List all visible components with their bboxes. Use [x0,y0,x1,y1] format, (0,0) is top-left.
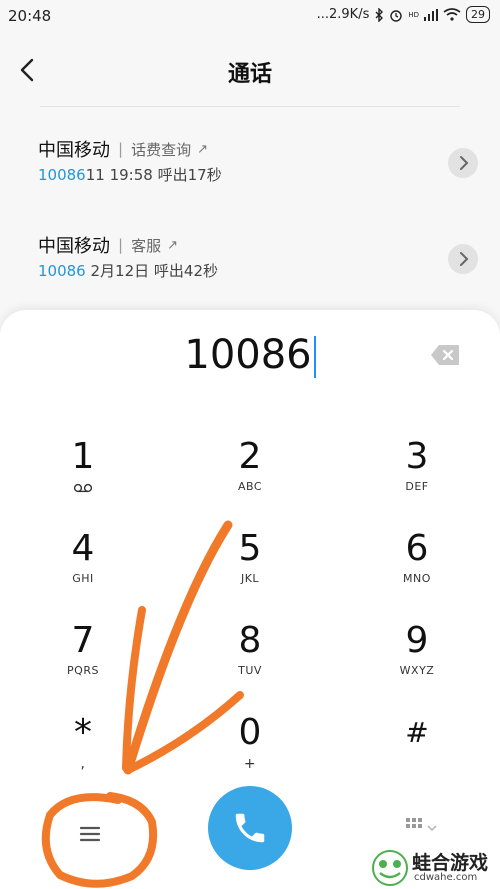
number-tag: 话费查询 [131,140,192,159]
dialpad-sheet: 10086 1 2 ABC 3 DEF 4 GHI 5 JKL 6 MNO 7 … [0,310,500,889]
frog-logo-icon [372,850,408,886]
key-3[interactable]: 3 DEF [347,436,487,516]
key-digit: 6 [405,528,429,569]
keypad-icon [406,818,437,832]
call-detail-button[interactable] [448,244,478,274]
key-letters: GHI [72,572,94,585]
key-digit: 7 [71,620,95,661]
hd-label: HD [408,10,419,19]
key-5[interactable]: 5 JKL [180,528,320,608]
call-name-row: 中国移动 | 话费查询 ↗ [38,136,208,162]
call-log-item[interactable]: 中国移动 | 话费查询 ↗ 1008611 19:58 呼出17秒 [0,136,500,212]
key-digit: 0 [238,712,262,753]
wifi-icon [443,8,461,21]
separator: | [118,140,124,158]
key-digit: 3 [405,436,429,477]
signal-icon [424,8,438,21]
key-7[interactable]: 7 PQRS [13,620,153,700]
backspace-icon [431,345,459,365]
menu-icon [79,826,101,842]
key-4[interactable]: 4 GHI [13,528,153,608]
key-letters: WXYZ [399,664,435,677]
call-name-row: 中国移动 | 客服 ↗ [38,232,178,258]
chevron-right-icon [460,156,469,170]
key-8[interactable]: 8 TUV [180,620,320,700]
key-letters: TUV [238,664,262,677]
key-star[interactable]: * , [13,712,153,792]
number-rest: 11 [85,166,105,184]
contact-name: 中国移动 [38,236,110,257]
watermark-url: cdwahe.com [414,872,478,883]
call-summary: 呼出17秒 [157,166,222,184]
status-bar: 20:48 ...2.9K/s HD 29 [0,0,500,34]
key-1[interactable]: 1 [13,436,153,516]
contact-name: 中国移动 [38,140,110,161]
call-meta: 1008611 19:58 呼出17秒 [38,164,222,185]
key-letters: , [80,756,86,772]
key-9[interactable]: 9 WXYZ [347,620,487,700]
call-detail-button[interactable] [448,148,478,178]
call-summary: 呼出42秒 [153,262,219,280]
chevron-right-icon [460,252,469,266]
status-icons: ...2.9K/s HD 29 [317,6,490,23]
status-time: 20:48 [8,7,52,25]
key-letters: MNO [403,572,431,585]
key-0[interactable]: 0 + [180,712,320,792]
number-tag: 客服 [131,236,162,255]
backspace-button[interactable] [430,344,460,366]
matched-number: 10086 [38,166,86,184]
alarm-icon [390,9,403,22]
key-digit: # [405,716,429,749]
key-letters: JKL [240,572,260,585]
key-digit: 4 [71,528,95,569]
key-letters: ABC [237,480,263,493]
page-title: 通话 [227,62,272,87]
key-letters: + [243,756,257,772]
battery-indicator: 29 [466,6,490,23]
key-letters: DEF [405,480,429,493]
bluetooth-icon [375,7,384,22]
watermark: 蛙合游戏 cdwahe.com [370,846,500,889]
voicemail-icon [73,483,93,493]
external-link-icon: ↗ [167,237,178,253]
dialed-number: 10086 [184,332,312,378]
key-digit: 1 [71,436,95,477]
call-meta: 10086 2月12日 呼出42秒 [38,260,218,281]
call-log-item[interactable]: 中国移动 | 客服 ↗ 10086 2月12日 呼出42秒 [0,232,500,308]
key-digit: 9 [405,620,429,661]
text-caret [313,336,316,378]
key-digit: 5 [238,528,262,569]
phone-icon [235,813,265,843]
net-speed: ...2.9K/s [316,7,370,22]
call-time: 2月12日 [90,262,150,280]
key-digit: * [74,712,92,753]
menu-button[interactable] [60,804,120,864]
header-divider [40,106,460,107]
key-letters: PQRS [67,664,99,677]
matched-number: 10086 [38,262,86,280]
key-2[interactable]: 2 ABC [180,436,320,516]
key-digit: 2 [238,436,262,477]
call-button[interactable] [208,786,292,870]
key-digit: 8 [238,620,262,661]
external-link-icon: ↗ [197,141,208,157]
dialed-number-display[interactable]: 10086 [0,332,500,378]
key-6[interactable]: 6 MNO [347,528,487,608]
watermark-name: 蛙合游戏 [412,852,489,874]
call-time: 19:58 [109,166,153,184]
key-hash[interactable]: # [347,712,487,792]
separator: | [118,236,124,254]
